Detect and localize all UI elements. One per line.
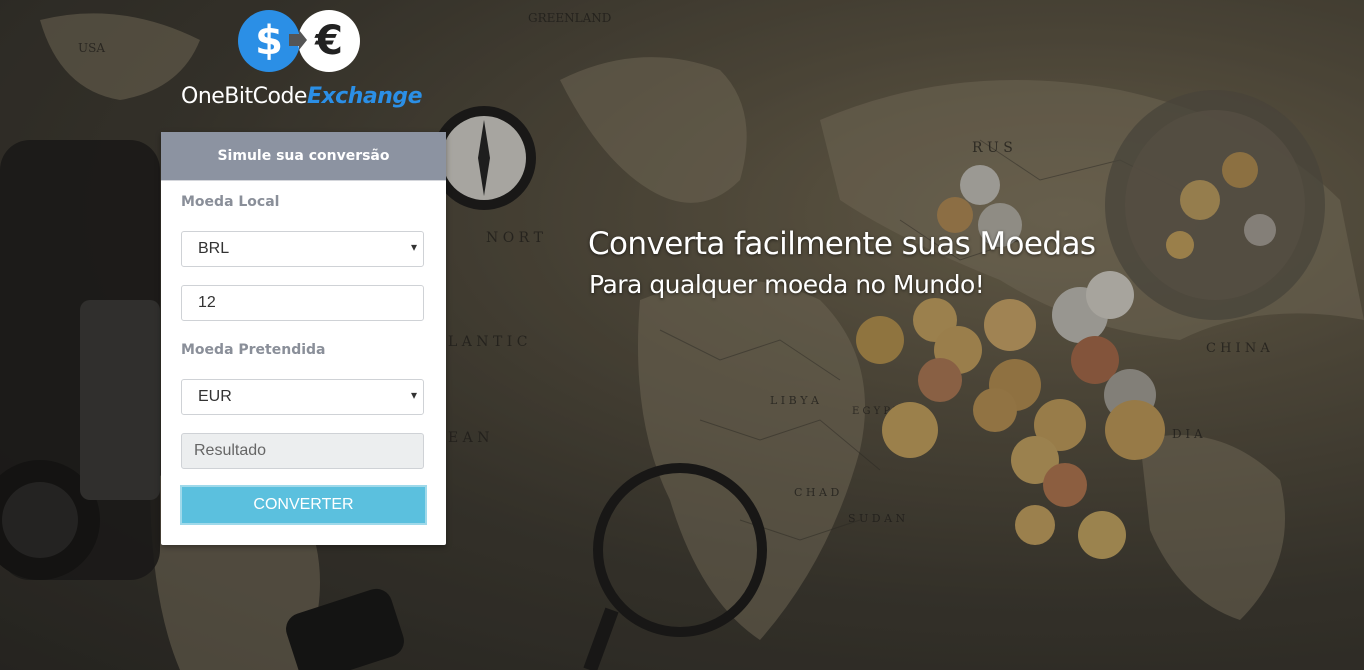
convert-button[interactable]: CONVERTER: [180, 485, 427, 525]
brand-logo[interactable]: $ € OneBitCodeExchange: [180, 8, 430, 118]
result-placeholder: Resultado: [194, 442, 267, 459]
conversion-card: Simule sua conversão Moeda Local BRL 12 …: [161, 132, 446, 545]
target-currency-select[interactable]: EUR: [181, 379, 424, 415]
local-currency-label: Moeda Local: [181, 194, 280, 210]
hero-subtitle: Para qualquer moeda no Mundo!: [589, 270, 985, 299]
euro-coin-icon: €: [298, 10, 360, 72]
local-currency-select[interactable]: BRL: [181, 231, 424, 267]
amount-value: 12: [198, 294, 216, 311]
result-field[interactable]: Resultado: [181, 433, 424, 469]
target-currency-label: Moeda Pretendida: [181, 342, 326, 358]
brand-name-part1: OneBitCode: [181, 84, 307, 109]
amount-input[interactable]: 12: [181, 285, 424, 321]
card-title: Simule sua conversão: [161, 132, 446, 181]
target-currency-value: EUR: [198, 388, 232, 405]
local-currency-value: BRL: [198, 240, 230, 257]
brand-name-part2: Exchange: [306, 84, 423, 109]
exchange-arrow-icon: [289, 30, 307, 50]
brand-name: OneBitCodeExchange: [181, 84, 423, 109]
hero-title: Converta facilmente suas Moedas: [588, 226, 1096, 262]
